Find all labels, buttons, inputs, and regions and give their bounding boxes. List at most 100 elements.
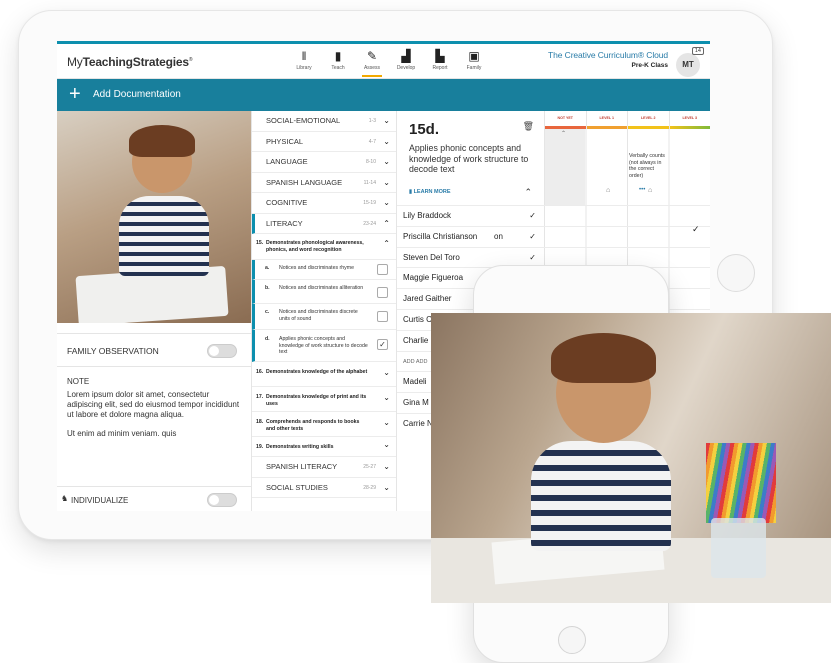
- more-dots[interactable]: •••: [639, 187, 645, 193]
- objective-19[interactable]: 19. Demonstrates writing skills ⌄: [252, 437, 396, 457]
- level-column-not-yet: NOT YET: [544, 111, 586, 129]
- phone-home-button[interactable]: [558, 626, 586, 654]
- avatar[interactable]: MT: [676, 53, 700, 77]
- student-name: Carrie N: [403, 418, 433, 428]
- domain-physical[interactable]: PHYSICAL 4-7 ⌄: [252, 132, 396, 152]
- indicator-letter: d.: [265, 336, 270, 342]
- chevron-up-icon: ⌃: [383, 239, 390, 248]
- building-icon[interactable]: ⌂: [648, 187, 652, 194]
- level-column-3: LEVEL 3: [668, 111, 711, 129]
- level-header: NOT YET LEVEL 1 LEVEL 2 LEVEL 3: [544, 111, 710, 129]
- trash-icon[interactable]: 🗑: [523, 121, 534, 132]
- nav-library[interactable]: 𝍪 Library: [287, 48, 321, 71]
- domain-label: COGNITIVE: [266, 198, 308, 207]
- objective-number: 19.: [256, 444, 264, 450]
- tablet-home-button[interactable]: [717, 254, 755, 292]
- check-icon: ✓: [529, 231, 536, 241]
- chevron-down-icon: ⌄: [383, 198, 390, 207]
- indicator-letter: b.: [265, 285, 270, 291]
- objective-text: Comprehends and responds to books and ot…: [266, 419, 360, 432]
- documentation-photo[interactable]: [57, 111, 251, 323]
- objective-17[interactable]: 17. Demonstrates knowledge of print and i…: [252, 387, 396, 412]
- level-row[interactable]: [544, 225, 710, 247]
- objective-code: 15d.: [409, 121, 440, 138]
- nav-develop[interactable]: ▟ Develop: [389, 48, 423, 71]
- logo-main: TeachingStrategies: [82, 55, 189, 69]
- chevron-down-icon: ⌄: [383, 116, 390, 125]
- nav-report[interactable]: ▙ Report: [423, 48, 457, 71]
- student-name: Jared Gaither: [403, 294, 452, 304]
- nav-label: Develop: [396, 65, 416, 71]
- indicator-checkbox[interactable]: [377, 287, 388, 298]
- objective-16[interactable]: 16. Demonstrates knowledge of the alphabe…: [252, 362, 396, 387]
- notification-badge[interactable]: 14: [691, 47, 704, 55]
- student-row[interactable]: Priscilla Christianson on ✓: [397, 225, 544, 247]
- nav-assess[interactable]: ✎ Assess: [355, 48, 389, 77]
- nav-teach[interactable]: ▮ Teach: [321, 48, 355, 71]
- family-observation-toggle[interactable]: [207, 344, 237, 358]
- nav-family[interactable]: ▣ Family: [457, 48, 491, 71]
- domain-social-emotional[interactable]: SOCIAL-EMOTIONAL 1-3 ⌄: [252, 111, 396, 132]
- domain-label: LITERACY: [266, 218, 303, 228]
- class-name[interactable]: Pre-K Class: [548, 62, 669, 69]
- student-name: Curtis C: [403, 314, 432, 324]
- indicator-b[interactable]: b. Notices and discriminates alliteration: [252, 280, 396, 304]
- level-example-text: Verbally counts (not always in the corre…: [629, 153, 665, 179]
- books-icon: 𝍪: [301, 49, 307, 63]
- objective-number: 18.: [256, 419, 264, 425]
- family-observation-label: FAMILY OBSERVATION: [67, 346, 159, 356]
- book-icon: ▮: [334, 49, 342, 63]
- domain-social-studies[interactable]: SOCIAL STUDIES 28-29 ⌄: [252, 478, 396, 498]
- indicator-text: Notices and discriminates alliteration: [279, 285, 364, 291]
- indicator-checkbox[interactable]: [377, 311, 388, 322]
- top-navigation-bar: MyTeachingStrategies® 𝍪 Library ▮ Teach ✎ A…: [57, 41, 710, 79]
- domain-cognitive[interactable]: COGNITIVE 15-19 ⌄: [252, 193, 396, 214]
- check-icon: ✓: [529, 211, 536, 220]
- domain-language[interactable]: LANGUAGE 8-10 ⌄: [252, 152, 396, 173]
- objective-text: Demonstrates writing skills: [266, 444, 334, 450]
- add-documentation-bar[interactable]: + Add Documentation: [57, 79, 710, 111]
- chevron-up-icon[interactable]: ⌃: [561, 130, 566, 137]
- indicator-letter: a.: [265, 265, 270, 271]
- check-icon[interactable]: ✓: [692, 224, 700, 235]
- note-section[interactable]: NOTE Lorem ipsum dolor sit amet, consect…: [67, 377, 245, 448]
- student-row[interactable]: Lily Braddock ✓: [397, 205, 544, 226]
- photo-pencils: [706, 443, 776, 523]
- domain-range: 8-10: [365, 159, 376, 165]
- objective-18[interactable]: 18. Comprehends and responds to books and…: [252, 412, 396, 437]
- logo-mark: ®: [188, 57, 193, 63]
- domain-label: SOCIAL STUDIES: [266, 482, 328, 492]
- level-column-2: LEVEL 2: [627, 111, 669, 129]
- phone-photo: [431, 313, 831, 603]
- domain-range: 15-19: [363, 200, 376, 206]
- indicator-c[interactable]: c. Notices and discriminates discrete uni…: [252, 304, 396, 330]
- level-column-1: LEVEL 1: [585, 111, 628, 129]
- domain-literacy[interactable]: LITERACY 23-24 ⌃: [252, 213, 396, 234]
- photo-pencil-cup: [711, 518, 766, 578]
- indicator-text: Notices and discriminates discrete units…: [279, 309, 358, 322]
- level-row[interactable]: [544, 205, 710, 226]
- indicator-a[interactable]: a. Notices and discriminates rhyme: [252, 260, 396, 280]
- objective-description: Applies phonic concepts and knowledge of…: [409, 143, 529, 174]
- individualize-toggle[interactable]: [207, 493, 237, 507]
- objective-text: Demonstrates phonological awareness, pho…: [266, 240, 364, 253]
- indicator-checkbox[interactable]: [377, 264, 388, 275]
- note-text[interactable]: Lorem ipsum dolor sit amet, consectetur …: [67, 390, 245, 420]
- steps-icon: ▟: [401, 49, 411, 63]
- note-text[interactable]: Ut enim ad minim veniam. quis: [67, 429, 245, 439]
- brand-logo[interactable]: MyTeachingStrategies®: [67, 55, 193, 69]
- individualize-row: ♞ INDIVIDUALIZE: [57, 486, 251, 511]
- building-icon[interactable]: ⌂: [606, 187, 610, 194]
- chevron-up-icon[interactable]: ⌃: [524, 187, 532, 198]
- level-shaded-cell: [545, 129, 585, 205]
- domain-spanish-literacy[interactable]: SPANISH LITERACY 25-27 ⌄: [252, 457, 396, 478]
- objective-15[interactable]: 15. Demonstrates phonological awareness, …: [252, 234, 396, 260]
- indicator-d[interactable]: d. Applies phonic concepts and knowledge …: [252, 330, 396, 362]
- family-observation-row: FAMILY OBSERVATION: [57, 333, 251, 367]
- nav-label: Report: [432, 65, 448, 71]
- indicator-checkbox-checked[interactable]: ✓: [377, 339, 388, 350]
- learn-more-link[interactable]: ▮ LEARN MORE: [409, 189, 451, 195]
- domain-spanish-language[interactable]: SPANISH LANGUAGE 11-14 ⌄: [252, 173, 396, 193]
- domain-range: 1-3: [368, 118, 376, 124]
- domain-label: LANGUAGE: [266, 157, 308, 166]
